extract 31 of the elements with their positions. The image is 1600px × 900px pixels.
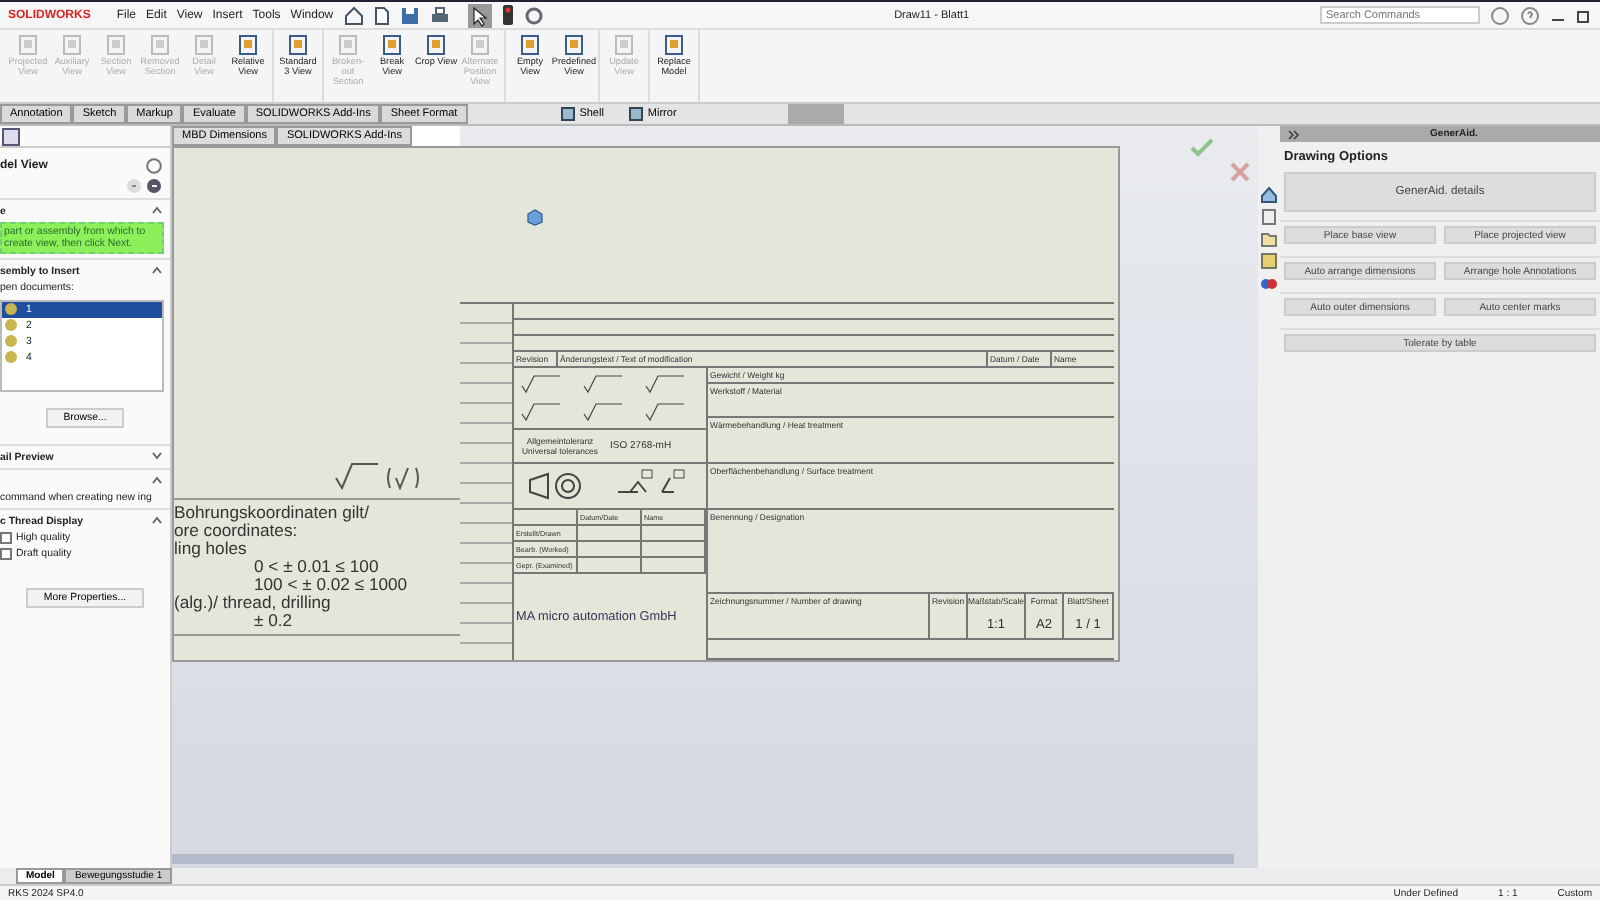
traffic-light-icon[interactable] <box>501 4 514 26</box>
select-cursor-icon[interactable] <box>467 3 492 27</box>
confirm-check-icon[interactable] <box>1190 138 1214 158</box>
document-icon[interactable] <box>1260 208 1278 226</box>
help-icon[interactable] <box>1519 5 1540 25</box>
collapse-icon[interactable] <box>152 475 162 484</box>
roughness-symbol-icon <box>334 461 422 490</box>
help-icon[interactable] <box>146 158 162 174</box>
feature-icon <box>559 106 576 122</box>
print-icon[interactable] <box>429 5 450 25</box>
horizontal-scrollbar[interactable] <box>172 854 1234 864</box>
toolbar-placeholder <box>788 104 845 124</box>
folder-icon[interactable] <box>1260 230 1278 248</box>
collapse-icon[interactable] <box>152 266 162 275</box>
feature-tree-icon[interactable] <box>2 128 20 146</box>
user-icon[interactable] <box>1489 5 1510 25</box>
home-icon[interactable] <box>1260 186 1278 204</box>
new-document-icon[interactable] <box>373 5 390 25</box>
tab-placeholder <box>411 126 460 146</box>
collapse-icon[interactable] <box>1288 129 1300 139</box>
save-icon[interactable] <box>399 5 420 25</box>
feature-icon <box>627 106 644 122</box>
collapse-icon[interactable] <box>152 206 162 214</box>
back-icon[interactable] <box>126 178 142 194</box>
expand-icon[interactable] <box>152 451 162 460</box>
home-icon[interactable] <box>343 5 364 25</box>
part-cube-icon <box>526 208 544 226</box>
restore-icon[interactable] <box>1575 7 1592 23</box>
next-icon[interactable] <box>146 178 162 194</box>
projection-symbol-icon <box>527 472 587 500</box>
collapse-icon[interactable] <box>152 515 162 524</box>
